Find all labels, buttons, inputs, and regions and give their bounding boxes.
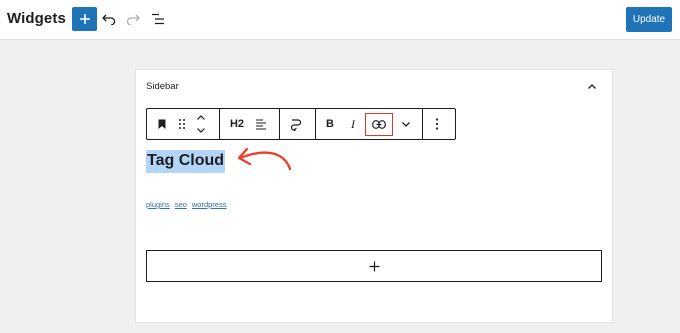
list-view-button[interactable] bbox=[148, 9, 168, 29]
link-highlight-box bbox=[365, 113, 393, 136]
drag-handle[interactable] bbox=[175, 114, 189, 134]
undo-button[interactable] bbox=[99, 9, 119, 29]
toolbar-divider bbox=[279, 109, 280, 139]
transform-button[interactable] bbox=[285, 114, 307, 134]
plus-icon bbox=[369, 261, 379, 271]
redo-icon bbox=[126, 14, 140, 25]
bold-button[interactable]: B bbox=[322, 114, 338, 134]
panel-title: Sidebar bbox=[146, 81, 179, 92]
drag-handle-icon bbox=[179, 119, 185, 129]
annotation-arrow bbox=[237, 147, 292, 171]
tag-link[interactable]: plugins bbox=[146, 200, 170, 209]
heading-level-button[interactable]: H2 bbox=[225, 114, 249, 134]
block-toolbar: H2 B I bbox=[146, 108, 456, 140]
redo-button[interactable] bbox=[123, 9, 143, 29]
undo-icon bbox=[102, 14, 116, 25]
tag-link[interactable]: wordpress bbox=[192, 200, 227, 209]
chevron-up-icon bbox=[588, 84, 596, 89]
page-title: Widgets bbox=[7, 10, 66, 27]
options-button[interactable] bbox=[430, 114, 444, 134]
move-down-icon bbox=[197, 127, 205, 133]
update-button[interactable]: Update bbox=[626, 7, 672, 32]
tag-cloud-heading[interactable]: Tag Cloud bbox=[146, 150, 226, 174]
sidebar-panel: Sidebar H2 B I Tag Cloud plugins seo wor… bbox=[135, 69, 613, 323]
move-down-button[interactable] bbox=[194, 124, 208, 136]
italic-button[interactable]: I bbox=[346, 114, 360, 134]
more-formatting-button[interactable] bbox=[398, 114, 414, 134]
bookmark-icon bbox=[158, 119, 166, 129]
toolbar-divider bbox=[315, 109, 316, 139]
more-options-icon bbox=[435, 118, 439, 130]
block-appender-button[interactable] bbox=[146, 250, 602, 282]
tag-link[interactable]: seo bbox=[175, 200, 187, 209]
transform-icon bbox=[290, 119, 302, 131]
move-up-icon bbox=[197, 114, 205, 120]
top-toolbar: Widgets Update bbox=[0, 0, 680, 40]
chevron-down-icon bbox=[402, 121, 410, 127]
add-block-button[interactable] bbox=[72, 7, 97, 31]
plus-icon bbox=[79, 14, 90, 24]
toolbar-divider bbox=[422, 109, 423, 139]
align-button[interactable] bbox=[252, 114, 270, 134]
tag-cloud-list: plugins seo wordpress bbox=[146, 200, 231, 209]
toolbar-divider bbox=[219, 109, 220, 139]
align-icon bbox=[256, 118, 266, 130]
list-view-icon bbox=[152, 13, 164, 25]
move-up-button[interactable] bbox=[194, 111, 208, 123]
panel-collapse-button[interactable] bbox=[586, 80, 598, 92]
block-type-button[interactable] bbox=[153, 114, 171, 134]
